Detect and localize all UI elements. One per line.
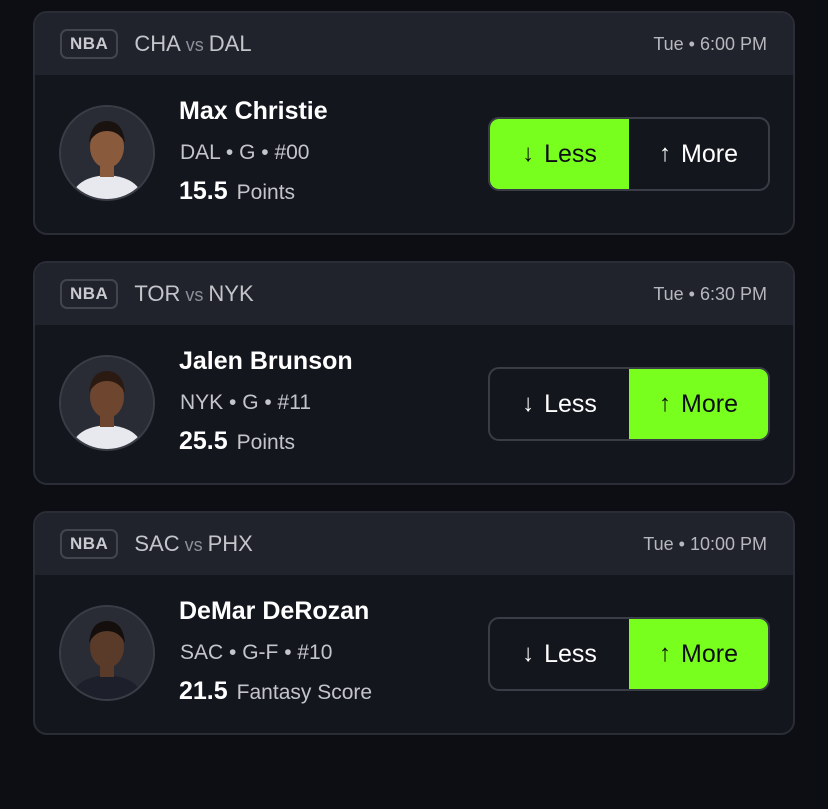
vs-label: vs — [185, 35, 204, 55]
projection-line: 15.5 Points — [179, 177, 295, 206]
less-label: Less — [544, 639, 597, 668]
player-name[interactable]: Max Christie — [179, 97, 328, 126]
less-button[interactable]: ↓ Less — [490, 369, 629, 439]
more-button[interactable]: ↑ More — [629, 619, 768, 689]
pick-toggle: ↓ Less ↑ More — [488, 617, 770, 691]
player-meta: DAL • G • #00 — [180, 141, 310, 164]
projection-line: 25.5 Points — [179, 427, 295, 456]
game-time: Tue • 6:00 PM — [653, 33, 767, 54]
vs-label: vs — [185, 285, 204, 305]
card-body: Jalen Brunson NYK • G • #11 25.5 Points … — [35, 325, 793, 483]
arrow-down-icon: ↓ — [522, 640, 535, 667]
card-header: NBA SAC vs PHX Tue • 10:00 PM — [35, 513, 793, 575]
pick-card: NBA CHA vs DAL Tue • 6:00 PM Max Christi… — [33, 11, 795, 235]
pick-card: NBA TOR vs NYK Tue • 6:30 PM Jalen Bruns… — [33, 261, 795, 485]
more-label: More — [681, 389, 738, 418]
projection-line: 21.5 Fantasy Score — [179, 677, 372, 706]
less-label: Less — [544, 389, 597, 418]
arrow-down-icon: ↓ — [522, 140, 535, 167]
league-badge: NBA — [60, 529, 119, 559]
player-headshot-icon — [59, 105, 155, 201]
line-value: 21.5 — [179, 677, 228, 705]
game-time: Tue • 6:30 PM — [653, 283, 767, 304]
away-team: DAL — [208, 31, 252, 56]
more-label: More — [681, 639, 738, 668]
line-value: 15.5 — [179, 177, 228, 205]
stat-type: Points — [236, 431, 296, 454]
more-button[interactable]: ↑ More — [629, 119, 768, 189]
arrow-up-icon: ↑ — [659, 140, 672, 167]
pick-card: NBA SAC vs PHX Tue • 10:00 PM DeMar DeRo… — [33, 511, 795, 735]
player-headshot-icon — [59, 355, 155, 451]
away-team: NYK — [208, 281, 254, 306]
pick-toggle: ↓ Less ↑ More — [488, 367, 770, 441]
away-team: PHX — [207, 531, 253, 556]
card-body: DeMar DeRozan SAC • G-F • #10 21.5 Fanta… — [35, 575, 793, 733]
home-team: CHA — [134, 31, 181, 56]
arrow-up-icon: ↑ — [659, 640, 672, 667]
card-header: NBA TOR vs NYK Tue • 6:30 PM — [35, 263, 793, 325]
line-value: 25.5 — [179, 427, 228, 455]
home-team: TOR — [134, 281, 181, 306]
player-name[interactable]: Jalen Brunson — [179, 347, 353, 376]
pick-toggle: ↓ Less ↑ More — [488, 117, 770, 191]
matchup: TOR vs NYK — [134, 281, 253, 307]
player-meta: NYK • G • #11 — [180, 391, 312, 414]
vs-label: vs — [184, 535, 203, 555]
player-meta: SAC • G-F • #10 — [180, 641, 333, 664]
arrow-up-icon: ↑ — [659, 390, 672, 417]
card-header: NBA CHA vs DAL Tue • 6:00 PM — [35, 13, 793, 75]
league-badge: NBA — [60, 279, 119, 309]
more-button[interactable]: ↑ More — [629, 369, 768, 439]
less-button[interactable]: ↓ Less — [490, 119, 629, 189]
card-body: Max Christie DAL • G • #00 15.5 Points ↓… — [35, 75, 793, 233]
game-time: Tue • 10:00 PM — [643, 533, 767, 554]
player-headshot-icon — [59, 605, 155, 701]
home-team: SAC — [134, 531, 180, 556]
matchup: SAC vs PHX — [134, 531, 253, 557]
league-badge: NBA — [60, 29, 119, 59]
less-label: Less — [544, 139, 597, 168]
matchup: CHA vs DAL — [134, 31, 251, 57]
player-name[interactable]: DeMar DeRozan — [179, 597, 369, 626]
stat-type: Points — [236, 181, 296, 204]
arrow-down-icon: ↓ — [522, 390, 535, 417]
less-button[interactable]: ↓ Less — [490, 619, 629, 689]
more-label: More — [681, 139, 738, 168]
stat-type: Fantasy Score — [236, 681, 373, 704]
